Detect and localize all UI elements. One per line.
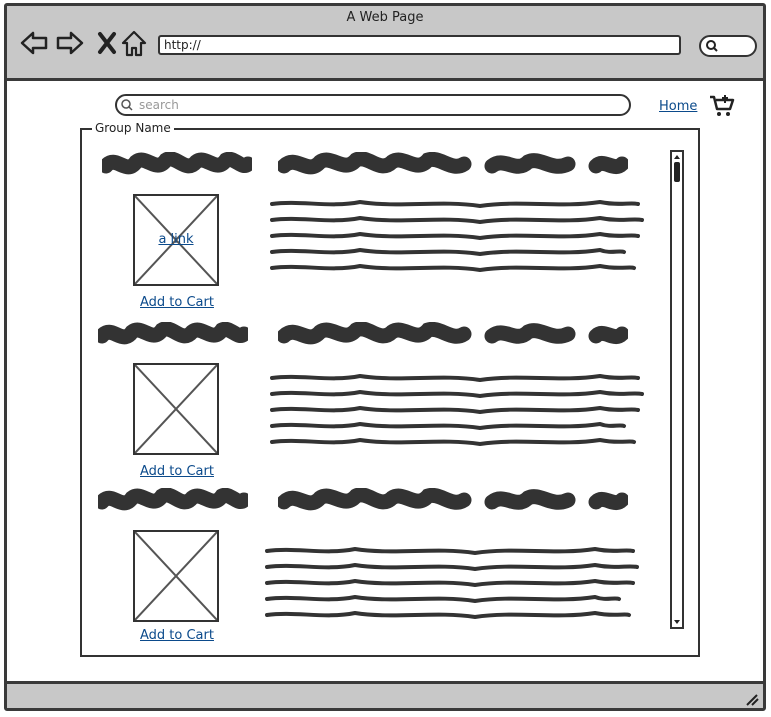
status-bar xyxy=(7,681,763,708)
home-link[interactable]: Home xyxy=(659,99,697,114)
scrollbar[interactable] xyxy=(670,150,684,629)
add-to-cart-link[interactable]: Add to Cart xyxy=(122,628,232,643)
search-input[interactable]: search xyxy=(115,94,631,116)
product-title-scribble xyxy=(98,322,248,345)
product-item: Add to Cart xyxy=(82,322,662,492)
product-description-scribble xyxy=(270,199,644,273)
title-bar: A Web Page http:// xyxy=(7,6,763,81)
product-heading-scribble xyxy=(278,152,628,175)
browser-search-field[interactable] xyxy=(699,35,757,57)
product-item: Add to Cart xyxy=(82,488,662,658)
browser-window: A Web Page http:// search Home Group Nam… xyxy=(4,3,766,711)
product-heading-scribble xyxy=(278,488,628,511)
search-icon xyxy=(706,40,718,52)
product-image[interactable]: a link xyxy=(133,194,219,286)
product-group: Group Name a link Add to Cart Add to Car… xyxy=(80,121,700,658)
back-arrow-icon[interactable] xyxy=(19,28,49,58)
home-icon[interactable] xyxy=(119,28,149,58)
scroll-up-icon[interactable] xyxy=(673,153,681,161)
product-title-scribble xyxy=(102,152,252,175)
product-item: a link Add to Cart xyxy=(82,152,662,322)
scroll-down-icon[interactable] xyxy=(673,618,681,626)
scrollbar-thumb[interactable] xyxy=(674,162,680,182)
url-field[interactable]: http:// xyxy=(158,35,681,55)
product-heading-scribble xyxy=(278,322,628,345)
add-to-cart-link[interactable]: Add to Cart xyxy=(122,295,232,310)
product-description-scribble xyxy=(270,373,644,447)
product-title-scribble xyxy=(98,488,248,511)
cart-icon[interactable] xyxy=(709,94,735,118)
search-icon xyxy=(121,99,133,111)
close-icon[interactable] xyxy=(92,28,122,58)
image-placeholder-icon xyxy=(135,532,217,620)
window-title: A Web Page xyxy=(346,10,424,25)
forward-arrow-icon[interactable] xyxy=(55,28,85,58)
add-to-cart-link[interactable]: Add to Cart xyxy=(122,464,232,479)
product-description-scribble xyxy=(265,546,639,620)
resize-grip-icon[interactable] xyxy=(743,692,759,706)
product-link[interactable]: a link xyxy=(135,232,217,247)
product-image[interactable] xyxy=(133,363,219,455)
group-name: Group Name xyxy=(92,121,174,135)
product-image[interactable] xyxy=(133,530,219,622)
image-placeholder-icon xyxy=(135,365,217,453)
